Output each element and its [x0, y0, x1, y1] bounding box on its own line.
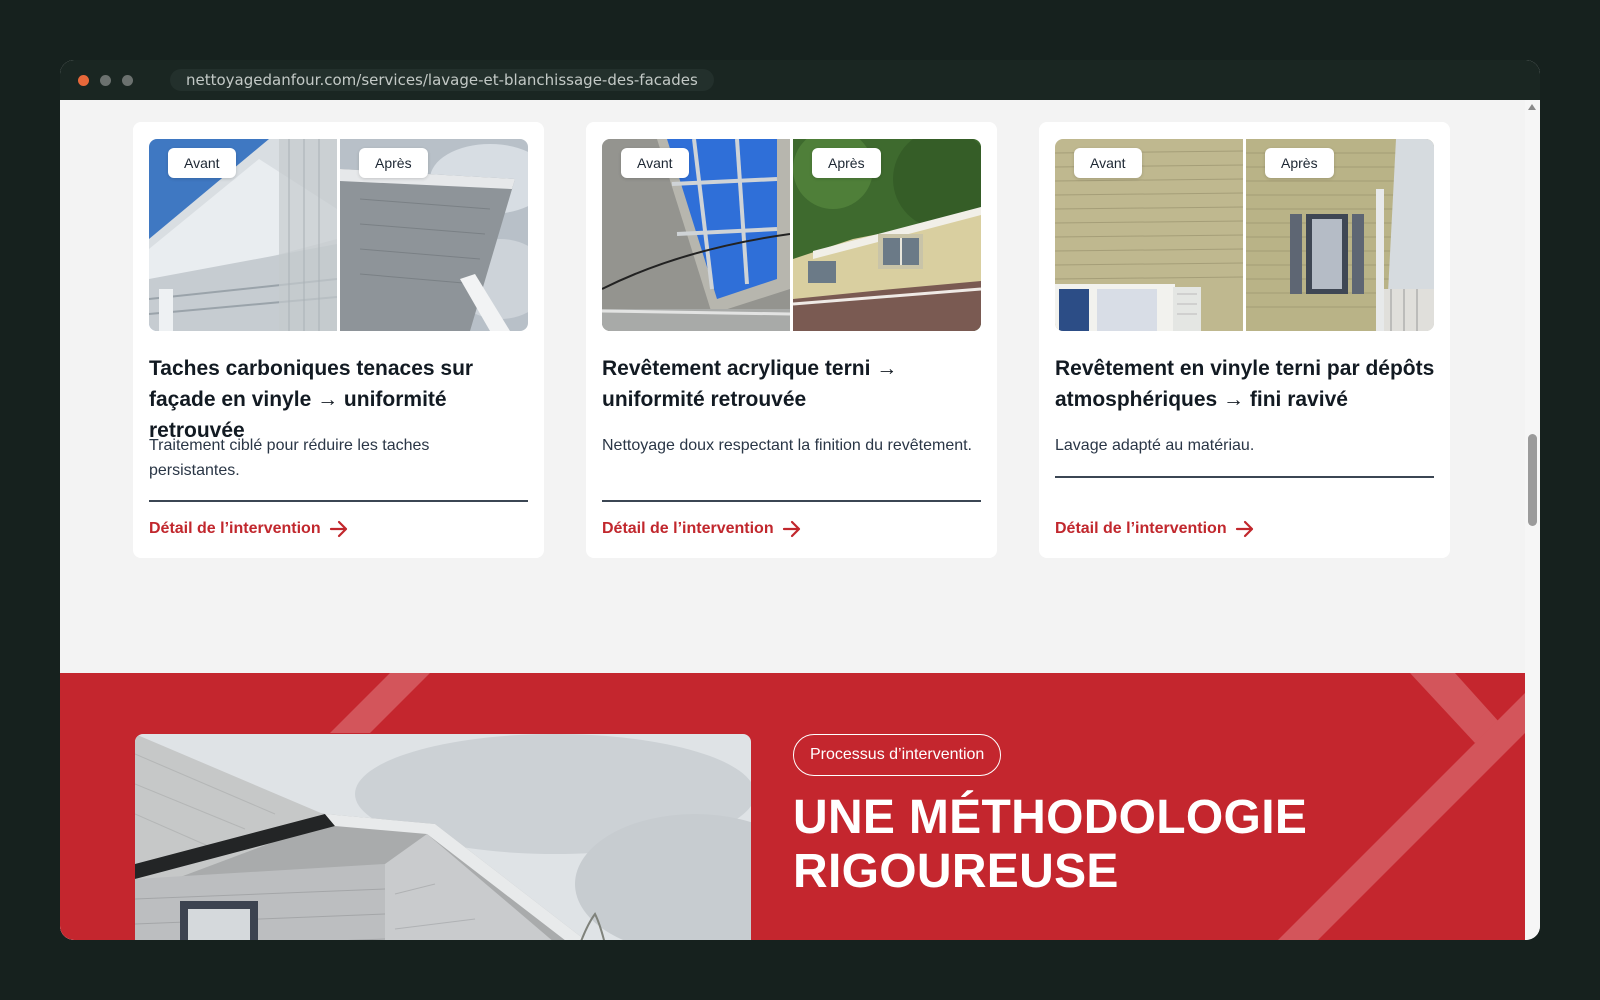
card-description: Lavage adapté au matériau. — [1055, 437, 1255, 454]
after-label: Après — [359, 148, 428, 178]
process-badge: Processus d’intervention — [793, 734, 1002, 776]
scrollbar-thumb[interactable] — [1528, 434, 1537, 526]
card-title: Revêtement en vinyle terni par dépôts at… — [1055, 357, 1435, 411]
page-viewport: Avant Après Taches carboniques tenaces s… — [60, 100, 1525, 940]
arrow-right-icon — [1235, 520, 1253, 538]
case-study-card: Avant Après Revêtement en vinyle terni p… — [1039, 122, 1450, 558]
arrow-right-icon — [782, 520, 800, 538]
link-label: Détail de l’intervention — [602, 520, 774, 537]
before-after-images: Avant Après — [149, 139, 528, 331]
link-label: Détail de l’intervention — [1055, 520, 1227, 537]
house-facade-image — [135, 734, 751, 940]
case-study-card: Avant Après Revêtement acrylique terni →… — [586, 122, 997, 558]
card-divider — [1055, 476, 1434, 478]
card-description: Traitement ciblé pour réduire les taches… — [149, 437, 430, 479]
card-divider — [602, 500, 981, 502]
after-label: Après — [1265, 148, 1334, 178]
browser-window: nettoyagedanfour.com/services/lavage-et-… — [60, 60, 1540, 940]
card-divider — [149, 500, 528, 502]
intervention-detail-link[interactable]: Détail de l’intervention — [602, 517, 802, 541]
intervention-detail-link[interactable]: Détail de l’intervention — [1055, 517, 1255, 541]
process-section: Processus d’intervention UNE MÉTHODOLOGI… — [60, 673, 1525, 940]
before-label: Avant — [168, 148, 236, 178]
browser-titlebar: nettoyagedanfour.com/services/lavage-et-… — [60, 60, 1540, 100]
card-description: Nettoyage doux respectant la finition du… — [602, 437, 972, 454]
scroll-up-arrow-icon[interactable] — [1528, 104, 1536, 110]
minimize-window-button[interactable] — [100, 75, 111, 86]
before-label: Avant — [621, 148, 689, 178]
arrow-right-icon — [329, 520, 347, 538]
case-study-card: Avant Après Taches carboniques tenaces s… — [133, 122, 544, 558]
link-label: Détail de l’intervention — [149, 520, 321, 537]
section-heading: UNE MÉTHODOLOGIE RIGOUREUSE — [793, 791, 1308, 898]
before-label: Avant — [1074, 148, 1142, 178]
intervention-detail-link[interactable]: Détail de l’intervention — [149, 517, 349, 541]
close-window-button[interactable] — [78, 75, 89, 86]
card-title: Revêtement acrylique terni → uniformité … — [602, 357, 898, 411]
page-scrollbar[interactable] — [1525, 100, 1540, 940]
before-after-images: Avant Après — [602, 139, 981, 331]
address-bar[interactable]: nettoyagedanfour.com/services/lavage-et-… — [170, 69, 714, 91]
before-after-images: Avant Après — [1055, 139, 1434, 331]
after-label: Après — [812, 148, 881, 178]
maximize-window-button[interactable] — [122, 75, 133, 86]
